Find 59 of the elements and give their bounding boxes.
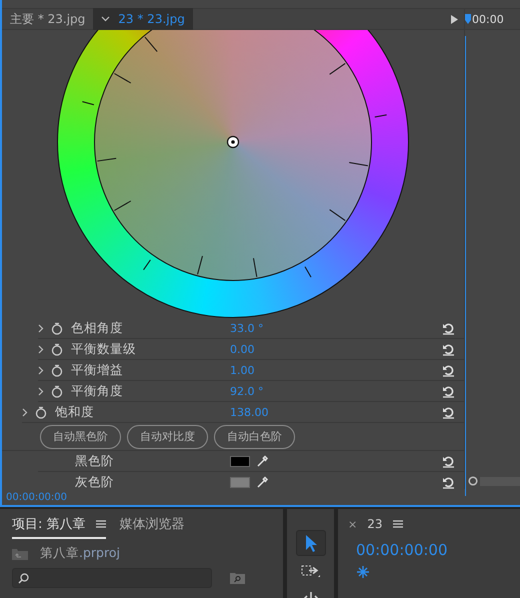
selection-tool-button[interactable] (296, 530, 326, 556)
arrow-pointer-icon (304, 534, 318, 552)
parameter-value[interactable]: 33.0 ° (230, 322, 264, 334)
color-swatch[interactable] (230, 456, 250, 466)
menu-icon[interactable] (96, 520, 106, 528)
auto-level-button[interactable]: 自动白色阶 (214, 424, 295, 448)
clip-tab[interactable]: 23 * 23.jpg (93, 8, 193, 30)
snap-icon[interactable] (356, 565, 370, 579)
parameter-label: 饱和度 (55, 404, 94, 420)
timeline-timecode: 00:00 (472, 12, 504, 26)
stopwatch-icon[interactable] (51, 384, 63, 398)
parameter-value[interactable]: 92.0 ° (230, 384, 264, 398)
search-icon (18, 572, 29, 584)
expand-chevron-icon[interactable] (22, 408, 28, 416)
stopwatch-icon[interactable] (51, 322, 63, 334)
parameter-value[interactable]: 1.00 (230, 364, 254, 376)
auto-level-button[interactable]: 自动黑色阶 (40, 424, 121, 448)
parameter-value[interactable]: 138.00 (230, 406, 268, 418)
play-icon[interactable] (451, 14, 458, 24)
eyedropper-icon[interactable] (256, 475, 269, 489)
clip-tab[interactable]: 主要 * 23.jpg (2, 8, 94, 30)
dashed-box-arrow-icon (300, 563, 320, 579)
eyedropper-icon[interactable] (256, 454, 269, 468)
expand-chevron-icon[interactable] (38, 366, 44, 374)
sequence-timecode[interactable]: 00:00:00:00 (356, 541, 520, 559)
expand-chevron-icon[interactable] (38, 386, 44, 396)
reset-icon[interactable] (442, 342, 455, 356)
sequence-title[interactable]: 23 (367, 517, 382, 531)
expand-chevron-icon[interactable] (38, 344, 44, 354)
reset-icon[interactable] (442, 454, 455, 468)
parameter-label: 黑色阶 (75, 452, 114, 470)
current-timecode: 00:00:00:00 (6, 492, 68, 502)
parameter-label: 平衡数量级 (71, 340, 136, 358)
search-field[interactable] (12, 568, 212, 588)
parameter-label: 平衡角度 (71, 382, 123, 400)
parameter-label: 色相角度 (71, 320, 123, 336)
auto-level-button[interactable]: 自动对比度 (127, 424, 208, 448)
reset-icon[interactable] (442, 322, 455, 334)
reset-icon[interactable] (442, 364, 455, 376)
new-search-bin-icon[interactable] (230, 572, 245, 584)
stopwatch-icon[interactable] (51, 364, 63, 376)
folder-icon (12, 548, 28, 560)
stopwatch-icon[interactable] (35, 406, 47, 418)
expand-chevron-icon[interactable] (38, 324, 44, 332)
menu-icon[interactable] (392, 520, 402, 528)
zoom-handle-icon[interactable] (468, 476, 478, 486)
parameter-label: 平衡增益 (71, 362, 123, 378)
panel-tab[interactable]: 项目: 第八章 (12, 515, 106, 539)
project-file-name[interactable]: 第八章.prproj (40, 545, 120, 562)
reset-icon[interactable] (442, 384, 455, 398)
color-swatch[interactable] (230, 476, 250, 488)
parameter-value[interactable]: 0.00 (230, 342, 254, 356)
reset-icon[interactable] (442, 406, 455, 418)
parameter-label: 灰色阶 (75, 474, 114, 489)
panel-tab[interactable]: 媒体浏览器 (120, 515, 185, 539)
close-button[interactable]: × (348, 518, 358, 530)
reset-icon[interactable] (442, 476, 455, 488)
dropdown-caret-icon[interactable] (101, 16, 110, 22)
stopwatch-icon[interactable] (51, 342, 63, 356)
